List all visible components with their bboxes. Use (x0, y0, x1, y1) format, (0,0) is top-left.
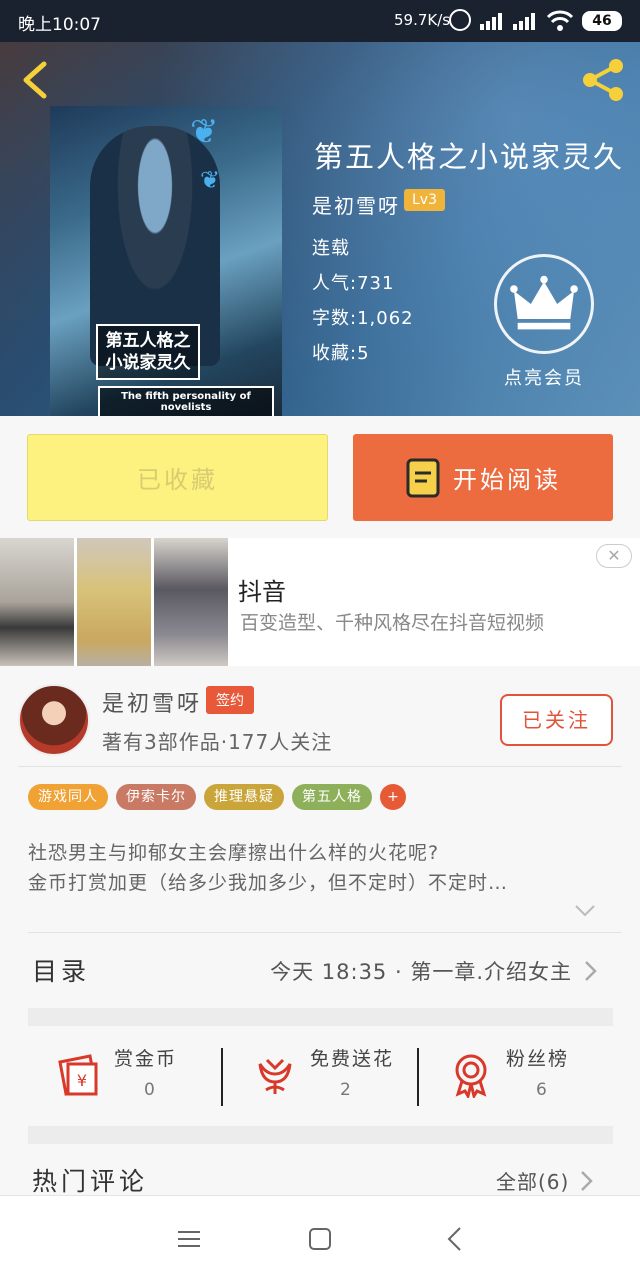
section-spacer (28, 1008, 613, 1026)
chevron-right-icon[interactable] (580, 1170, 594, 1192)
svg-text:¥: ¥ (77, 1071, 87, 1090)
reward-coins-count: 0 (144, 1080, 155, 1100)
start-reading-button[interactable]: 开始阅读 (353, 434, 613, 521)
section-spacer (28, 1126, 613, 1144)
home-icon[interactable] (305, 1224, 335, 1254)
followed-button[interactable]: 已关注 (500, 694, 613, 746)
menu-icon[interactable] (174, 1224, 204, 1254)
battery-icon: 46 (582, 11, 622, 31)
status-bar: 晚上10:07 59.7K/s 46 (0, 0, 640, 42)
alarm-icon (449, 9, 471, 31)
butterfly-icon: ❦ (190, 112, 219, 152)
fan-ranking-count: 6 (536, 1080, 547, 1100)
reward-actions: ¥ 赏金币 0 免费送花 2 粉丝榜 6 (28, 1040, 613, 1110)
book-favorites: 收藏:5 (312, 343, 370, 364)
all-comments-link[interactable]: 全部(6) (496, 1166, 569, 1195)
signed-badge: 签约 (206, 686, 254, 714)
wifi-icon (546, 10, 574, 31)
ad-image (77, 538, 151, 666)
book-intro[interactable]: 社恐男主与抑郁女主会摩擦出什么样的火花呢? 金币打赏加更（给多少我加多少，但不定… (28, 838, 618, 898)
medal-icon (455, 1054, 487, 1098)
butterfly-icon: ❦ (200, 166, 221, 194)
vip-label[interactable]: 点亮会员 (504, 364, 584, 390)
divider (221, 1048, 223, 1106)
ad-image (0, 538, 74, 666)
table-of-contents-row[interactable]: 目录 今天 18:35 · 第一章.介绍女主 (28, 950, 598, 994)
favorited-button[interactable]: 已收藏 (27, 434, 328, 521)
tag-identity-v[interactable]: 第五人格 (292, 784, 372, 810)
back-arrow-icon[interactable] (18, 60, 52, 100)
author-avatar[interactable] (18, 684, 90, 756)
book-popularity: 人气:731 (312, 273, 395, 294)
system-nav-bar (0, 1195, 640, 1280)
book-cover[interactable]: ❦ ❦ 第五人格之小说家灵久 The fifth personality of … (50, 106, 282, 416)
author-level-badge: Lv3 (404, 189, 445, 211)
ad-banner[interactable]: 抖音 百变造型、千种风格尽在抖音短视频 (0, 538, 640, 666)
intro-line: 金币打赏加更（给多少我加多少，但不定时）不定时… (28, 872, 509, 894)
hot-comments-title: 热门评论 (32, 1167, 149, 1196)
tag-list: 游戏同人 伊索卡尔 推理悬疑 第五人格 + (28, 784, 406, 810)
network-speed: 59.7K/s (394, 11, 451, 29)
signal-icon (513, 13, 535, 30)
book-status: 连载 (312, 238, 350, 259)
tag-aesop-carl[interactable]: 伊索卡尔 (116, 784, 196, 810)
toc-label: 目录 (32, 957, 91, 986)
back-icon[interactable] (440, 1224, 470, 1254)
chevron-down-icon[interactable] (574, 904, 596, 918)
book-word-count: 字数:1,062 (312, 308, 414, 329)
book-icon (406, 458, 440, 497)
send-flower-count: 2 (340, 1080, 351, 1100)
ad-image (154, 538, 228, 666)
fan-ranking-label: 粉丝榜 (506, 1048, 570, 1070)
signal-icon (480, 13, 502, 30)
book-title: 第五人格之小说家灵久 (314, 140, 625, 174)
latest-chapter: 今天 18:35 · 第一章.介绍女主 (270, 960, 572, 984)
cover-title: 第五人格之小说家灵久 (96, 324, 200, 380)
red-envelope-yuan-icon: ¥ (58, 1054, 98, 1096)
start-reading-label: 开始阅读 (453, 466, 561, 494)
tag-mystery[interactable]: 推理悬疑 (204, 784, 284, 810)
author-name[interactable]: 是初雪呀 (102, 686, 202, 718)
chevron-right-icon (585, 961, 597, 981)
book-author[interactable]: 是初雪呀 (312, 190, 400, 219)
send-flower-label: 免费送花 (310, 1048, 395, 1070)
share-icon[interactable] (580, 56, 628, 104)
reward-coins-label: 赏金币 (114, 1048, 178, 1070)
crown-icon[interactable] (494, 254, 594, 354)
author-stats: 著有3部作品·177人关注 (102, 730, 333, 754)
divider (28, 932, 622, 933)
ad-title: 抖音 (238, 578, 286, 606)
fan-ranking-button[interactable]: 粉丝榜 6 (420, 1040, 610, 1110)
ad-close-button[interactable]: ✕ (596, 544, 632, 568)
status-time: 晚上10:07 (18, 15, 101, 35)
book-header: ❦ ❦ 第五人格之小说家灵久 The fifth personality of … (0, 42, 640, 416)
divider (417, 1048, 419, 1106)
add-tag-button[interactable]: + (380, 784, 406, 810)
reward-coins-button[interactable]: ¥ 赏金币 0 (28, 1040, 218, 1110)
intro-line: 社恐男主与抑郁女主会摩擦出什么样的火花呢? (28, 842, 440, 864)
cover-subtitle: The fifth personality of novelists (98, 386, 274, 416)
tag-game-fanfic[interactable]: 游戏同人 (28, 784, 108, 810)
flower-icon (258, 1058, 292, 1094)
send-flower-button[interactable]: 免费送花 2 (224, 1040, 414, 1110)
divider (18, 766, 622, 767)
ad-description: 百变造型、千种风格尽在抖音短视频 (240, 612, 545, 634)
